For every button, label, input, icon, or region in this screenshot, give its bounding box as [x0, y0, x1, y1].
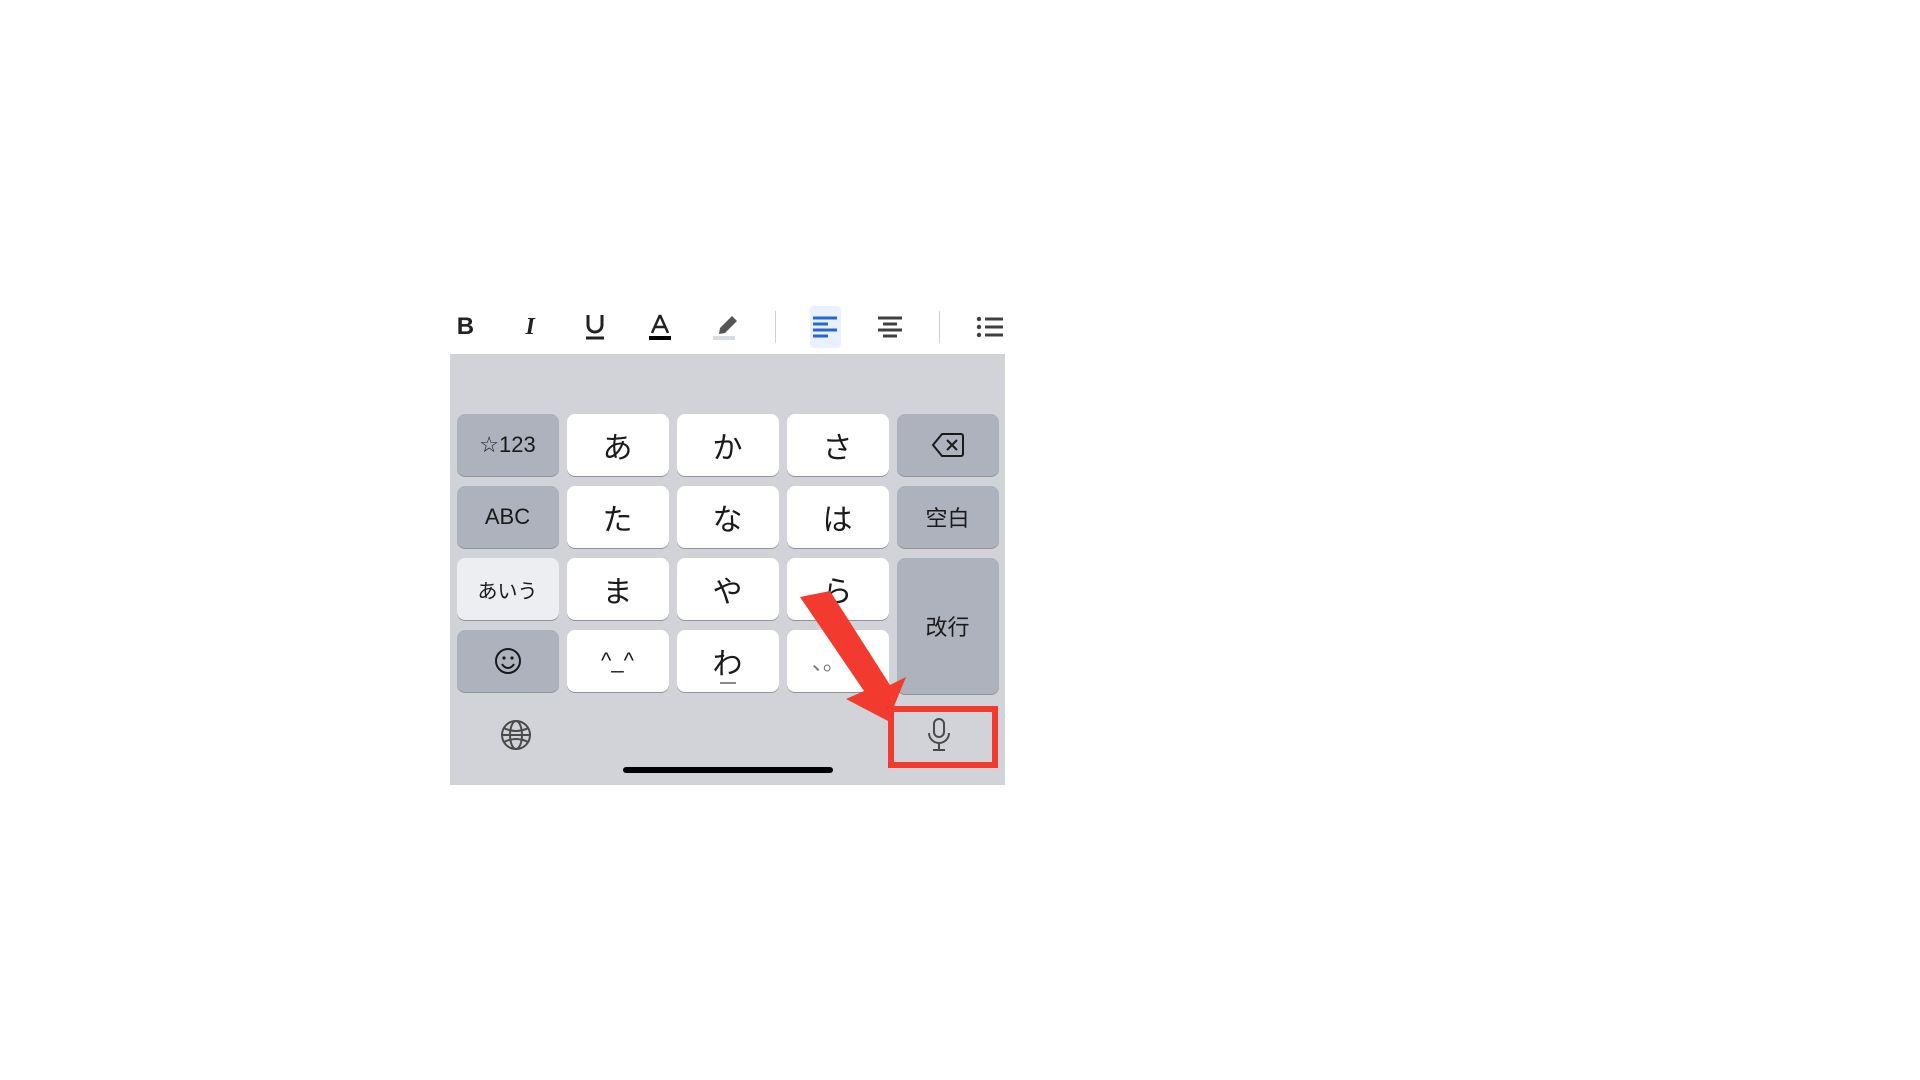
backspace-key[interactable] — [897, 414, 999, 476]
emoji-key[interactable] — [457, 630, 559, 692]
backspace-icon — [931, 432, 965, 458]
kana-key-wa[interactable]: わ — [677, 630, 779, 692]
kana-key-ha[interactable]: は — [787, 486, 889, 548]
kana-key-sa[interactable]: さ — [787, 414, 889, 476]
bold-button[interactable]: B — [450, 306, 481, 348]
kana-key-a[interactable]: あ — [567, 414, 669, 476]
microphone-icon — [924, 717, 954, 753]
toolbar-separator — [939, 311, 940, 343]
punctuation-key[interactable]: 、。?! — [787, 630, 889, 692]
kana-key-ma[interactable]: ま — [567, 558, 669, 620]
format-toolbar: B I — [450, 300, 1005, 354]
align-left-button[interactable] — [810, 306, 841, 348]
return-key[interactable]: 改行 — [897, 558, 999, 694]
kana-key-ta[interactable]: た — [567, 486, 669, 548]
globe-button[interactable] — [495, 714, 537, 756]
globe-icon — [499, 718, 533, 752]
kana-key-ya[interactable]: や — [677, 558, 779, 620]
highlight-button[interactable] — [709, 306, 741, 348]
kaomoji-key[interactable]: ^_^ — [567, 630, 669, 692]
bullet-list-button[interactable] — [974, 306, 1005, 348]
emoji-icon — [493, 646, 523, 676]
toolbar-separator — [775, 311, 776, 343]
japanese-kana-keyboard: ☆123 あ か さ ABC た な は 空白 あいう ま や ら 改行 — [450, 354, 1005, 785]
dictation-button[interactable] — [918, 714, 960, 756]
text-color-button[interactable] — [644, 306, 675, 348]
symbols-mode-key[interactable]: ☆123 — [457, 414, 559, 476]
align-center-button[interactable] — [875, 306, 906, 348]
italic-button[interactable]: I — [515, 306, 546, 348]
kana-key-ka[interactable]: か — [677, 414, 779, 476]
kana-key-na[interactable]: な — [677, 486, 779, 548]
home-indicator[interactable] — [623, 767, 833, 773]
kana-variant-key[interactable]: あいう — [457, 558, 559, 620]
abc-mode-key[interactable]: ABC — [457, 486, 559, 548]
keyboard-bottom-bar — [450, 692, 1005, 777]
underline-button[interactable] — [579, 306, 610, 348]
kana-key-ra[interactable]: ら — [787, 558, 889, 620]
space-key[interactable]: 空白 — [897, 486, 999, 548]
